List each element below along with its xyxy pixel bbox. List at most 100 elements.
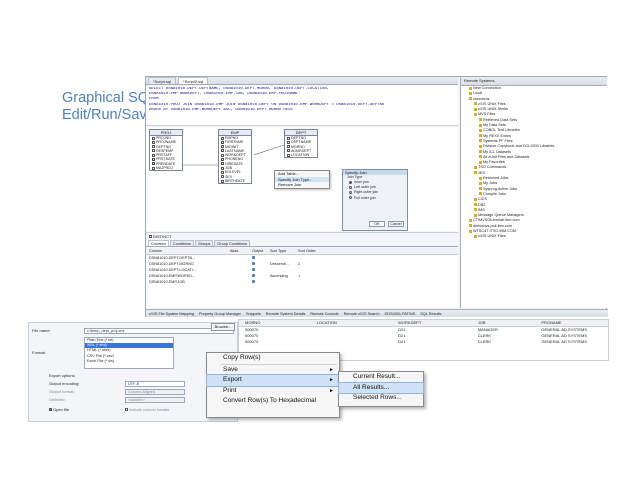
- radio-icon: [349, 190, 352, 194]
- editor-tab-script[interactable]: *Script.sql: [148, 77, 177, 84]
- chevron-right-icon: ►: [329, 377, 334, 383]
- editor-tab-script2[interactable]: *Script2.sql: [178, 77, 209, 84]
- folder-icon: [479, 123, 482, 127]
- export-options-label: Export options: [49, 373, 75, 378]
- remote-systems-view: Remote Systems New Connection Local zserve…: [460, 77, 607, 308]
- results-context-menu: Copy Row(s) Save ► Export ► Print ► Convert…: [206, 352, 340, 418]
- sql-editor[interactable]: SELECT DSN81010.DEPT.DEPTNAME, DSN81010.…: [146, 86, 458, 126]
- subtab-conditions[interactable]: Conditions: [169, 240, 194, 246]
- table-emp[interactable]: EMP EMPNO FIRSTNME MIDINIT LASTNAME WORK…: [218, 129, 252, 185]
- folder-icon: [479, 181, 482, 185]
- col-header: Alias: [230, 249, 239, 253]
- format-option[interactable]: Excel File (*.xls): [85, 359, 173, 364]
- menu-convert-hex[interactable]: Convert Row(s) To Hexadecimal: [207, 396, 339, 407]
- tab-snippets[interactable]: Snippets: [246, 310, 261, 317]
- join-option-full[interactable]: Full outer join: [343, 196, 407, 201]
- table-column[interactable]: BIRTHDATE: [219, 179, 251, 183]
- folder-icon: [479, 150, 482, 154]
- tab-remote-zos-search[interactable]: Remote z/OS Search: [344, 310, 380, 317]
- folder-icon: [479, 187, 482, 191]
- join-context-menu: Add Table... Specify Join Type... Remove…: [274, 170, 330, 189]
- folder-icon: [474, 203, 477, 207]
- remote-systems-tree: New Connection Local zserveros z/OS UNIX Fi…: [461, 86, 607, 240]
- menu-print[interactable]: Print ►: [207, 386, 339, 397]
- tab-remote-console[interactable]: Remote Console: [310, 310, 338, 317]
- menu-export[interactable]: Export ►: [206, 374, 340, 387]
- folder-icon: [474, 102, 477, 106]
- col-header: PRONAME: [541, 320, 562, 325]
- checkbox-icon: [252, 262, 255, 265]
- output-encoding-label: Output encoding:: [49, 381, 80, 386]
- tab-remote-system-details[interactable]: Remote System Details: [266, 310, 306, 317]
- delimiter-label: Delimiter:: [49, 397, 66, 402]
- folder-icon: [469, 91, 472, 95]
- columns-grid: Column Alias Output Sort Type Sort Order…: [146, 248, 458, 308]
- col-header: MGRNO: [245, 320, 261, 325]
- menu-selected-rows[interactable]: Selected Rows...: [339, 393, 423, 404]
- tab-zos-file-system-mapping[interactable]: z/OS File System Mapping: [149, 310, 194, 317]
- folder-icon: [469, 218, 472, 222]
- menu-remove-join[interactable]: Remove Join: [275, 182, 329, 188]
- distinct-checkbox[interactable]: DISTINCT: [146, 232, 458, 240]
- checkbox-icon: [252, 274, 255, 277]
- table-row[interactable]: 000070 D21 CLERK GENERAL AD SYSTEMS: [239, 339, 608, 345]
- open-file-checkbox[interactable]: Open file: [49, 407, 69, 413]
- folder-icon: [479, 192, 482, 196]
- table-proj[interactable]: PROJ PROJNO PROJNAME DEPTNO RESPEMP PRST…: [149, 129, 183, 172]
- table-column[interactable]: MAJPROJ: [150, 166, 182, 170]
- table-dept[interactable]: DEPT DEPTNO DEPTNAME MGRNO ADMRDEPT LOCA…: [284, 129, 318, 159]
- query-design-canvas[interactable]: PROJ PROJNO PROJNAME DEPTNO RESPEMP PRST…: [146, 127, 458, 231]
- format-list[interactable]: Plain Text (*.txt) XML (*.xml) HTML (*.h…: [84, 337, 174, 369]
- include-header-checkbox[interactable]: Include column header: [125, 407, 169, 413]
- design-subtabs: Columns Conditions Groups Group Conditio…: [146, 240, 458, 247]
- folder-icon: [469, 229, 472, 233]
- export-area: File name: c:\temp_dept_proj.xml Format:…: [0, 318, 638, 493]
- remote-systems-title[interactable]: Remote Systems: [461, 77, 607, 86]
- folder-icon: [469, 224, 472, 228]
- radio-icon: [349, 196, 352, 200]
- output-format-select[interactable]: Column-Aligned: [125, 389, 185, 395]
- folder-icon: [474, 165, 477, 169]
- folder-icon: [474, 213, 477, 217]
- folder-icon: [469, 97, 472, 101]
- results-header: MGRNO LOCATION WORKDEPT JOB PRONAME: [239, 320, 608, 327]
- col-header: Sort Type: [270, 249, 287, 253]
- table-column[interactable]: LOCATION: [285, 153, 317, 157]
- folder-icon: [469, 86, 472, 90]
- browse-button[interactable]: Browse...: [211, 323, 235, 331]
- folder-icon: [479, 176, 482, 180]
- checkbox-icon: [252, 280, 255, 283]
- folder-icon: [474, 197, 477, 201]
- subtab-columns[interactable]: Columns: [148, 240, 169, 246]
- subtab-groups[interactable]: Groups: [194, 240, 214, 246]
- col-header: JOB: [477, 320, 486, 325]
- output-encoding-select[interactable]: UTF-8: [125, 381, 185, 387]
- col-header: LOCATION: [316, 320, 337, 325]
- delimiter-select[interactable]: <column>: [125, 397, 185, 403]
- ide-window: *Script.sql *Script2.sql SELECT DSN81010…: [145, 76, 608, 317]
- folder-icon: [479, 118, 482, 122]
- col-header: Sort Order: [298, 249, 316, 253]
- editor-tabs: *Script.sql *Script2.sql: [146, 77, 458, 85]
- col-header: Output: [252, 249, 264, 253]
- tab-property-group-manager[interactable]: Property Group Manager: [199, 310, 241, 317]
- menu-copy-rows[interactable]: Copy Row(s): [207, 353, 339, 364]
- col-header: WORKDEPT: [398, 320, 422, 325]
- menu-all-results[interactable]: All Results...: [338, 381, 424, 394]
- folder-icon: [474, 112, 477, 116]
- tab-dds0001-patins[interactable]: DDS0001.PATINS: [385, 310, 416, 317]
- format-label: Format:: [32, 350, 46, 355]
- chevron-right-icon: ►: [329, 366, 334, 373]
- tree-item[interactable]: z/OS UNIX Files: [461, 234, 607, 239]
- menu-save[interactable]: Save ►: [207, 365, 339, 376]
- table-row[interactable]: DSN81010.EMP.JOB: [146, 279, 458, 285]
- dialog-ok-button[interactable]: OK: [369, 221, 385, 227]
- dialog-cancel-button[interactable]: Cancel: [388, 221, 404, 227]
- radio-icon: [349, 180, 352, 184]
- menu-current-result[interactable]: Current Result...: [339, 372, 423, 383]
- folder-icon: [479, 128, 482, 132]
- folder-icon: [474, 171, 477, 175]
- tab-sql-results[interactable]: SQL Results: [420, 310, 441, 317]
- chevron-right-icon: ►: [329, 387, 334, 394]
- subtab-group-conditions[interactable]: Group Conditions: [214, 240, 250, 246]
